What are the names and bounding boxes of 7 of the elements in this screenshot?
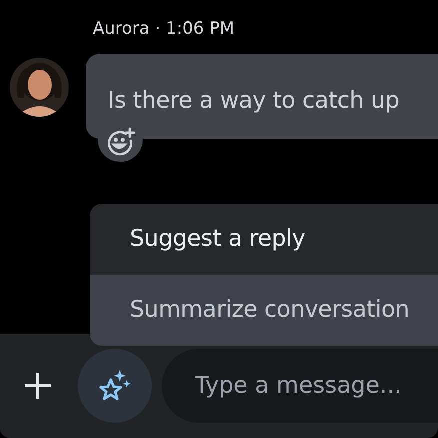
menu-item[interactable]: Suggest a reply xyxy=(90,204,438,275)
menu-item[interactable]: Summarize conversation xyxy=(90,275,438,346)
plus-icon xyxy=(24,372,52,400)
message-header: Aurora · 1:06 PM xyxy=(92,18,236,41)
message-text: Is there a way to catch up xyxy=(108,88,400,114)
message-input[interactable]: Type a message... xyxy=(162,349,438,423)
emoji-add-icon xyxy=(106,127,136,157)
